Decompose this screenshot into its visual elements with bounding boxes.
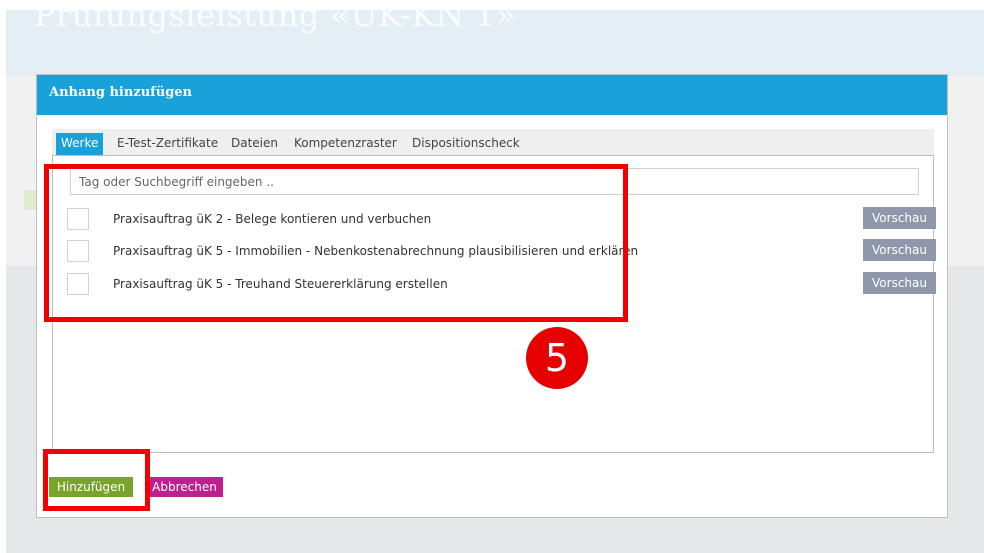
tab-bar: Werke E-Test-Zertifikate Dateien Kompete…: [52, 129, 934, 155]
dialog-title: Anhang hinzufügen: [49, 85, 193, 100]
dialog-header: Anhang hinzufügen: [37, 75, 947, 115]
highlight-box-add-button: [43, 449, 150, 511]
preview-button[interactable]: Vorschau: [863, 207, 936, 229]
background-header: Prüfungsleistung «ÜK-KN 1»: [6, 0, 984, 76]
cancel-button[interactable]: Abbrechen: [146, 477, 223, 497]
highlight-box-list: [44, 164, 628, 322]
preview-button[interactable]: Vorschau: [863, 272, 936, 294]
tab-kompetenzraster[interactable]: Kompetenzraster: [289, 133, 402, 155]
step-number-badge: 5: [526, 327, 588, 389]
tab-e-test-zertifikate[interactable]: E-Test-Zertifikate: [112, 133, 223, 155]
preview-button[interactable]: Vorschau: [863, 239, 936, 261]
tab-dispositionscheck[interactable]: Dispositionscheck: [407, 133, 525, 155]
tab-dateien[interactable]: Dateien: [226, 133, 283, 155]
tab-werke[interactable]: Werke: [56, 133, 104, 155]
background-page-title: Prüfungsleistung «ÜK-KN 1»: [34, 0, 516, 34]
